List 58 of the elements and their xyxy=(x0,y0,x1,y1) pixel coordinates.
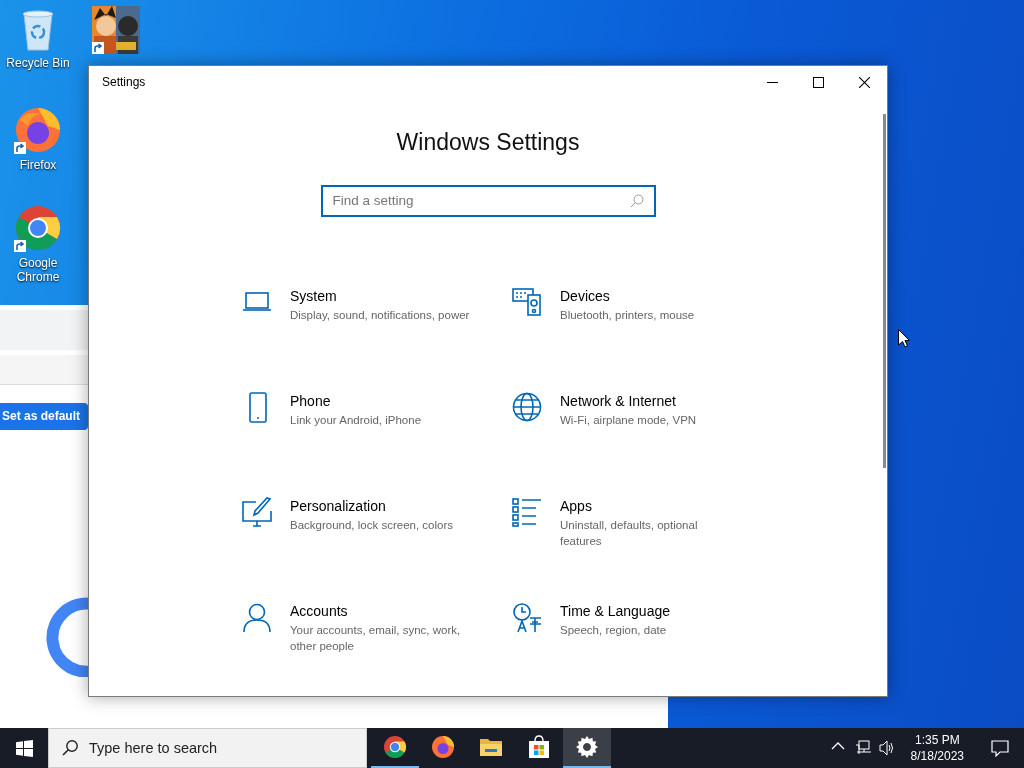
settings-category[interactable]: Apps Uninstall, defaults, optional features xyxy=(512,496,742,602)
browser-icon xyxy=(431,735,455,759)
gear-icon xyxy=(575,735,599,759)
list-icon xyxy=(512,496,542,528)
brush-monitor-icon xyxy=(242,496,272,528)
person-icon xyxy=(242,601,272,633)
search-icon xyxy=(629,193,644,208)
category-description: Uninstall, defaults, optional features xyxy=(560,517,699,549)
windows-logo-icon xyxy=(15,739,33,757)
browser-icon xyxy=(14,106,62,154)
settings-category[interactable]: Time & Language Speech, region, date xyxy=(512,601,742,707)
settings-category[interactable]: Devices Bluetooth, printers, mouse xyxy=(512,286,742,392)
settings-category[interactable]: Personalization Background, lock screen, colors xyxy=(242,496,512,602)
network-icon xyxy=(854,740,871,756)
category-title: Apps xyxy=(560,496,593,515)
icon-label: Firefox xyxy=(19,158,57,172)
speech-bubble-icon xyxy=(991,739,1009,757)
category-title: Network & Internet xyxy=(560,391,677,410)
category-description: Bluetooth, printers, mouse xyxy=(560,307,695,323)
settings-category[interactable]: System Display, sound, notifications, power xyxy=(242,286,512,392)
clock-button[interactable]: 1:35 PM 8/18/2023 xyxy=(898,732,976,764)
clock-date: 8/18/2023 xyxy=(910,748,964,764)
maximize-icon xyxy=(812,76,824,88)
shopping-bag-icon xyxy=(527,735,551,759)
settings-category[interactable]: Network & Internet Wi-Fi, airplane mode, VPN xyxy=(512,391,742,497)
category-title: Time & Language xyxy=(560,601,670,620)
window-title: Settings xyxy=(101,74,147,91)
category-title: Accounts xyxy=(290,601,349,620)
taskbar-app-button[interactable] xyxy=(563,728,611,768)
volume-icon xyxy=(878,740,895,756)
category-description: Speech, region, date xyxy=(560,622,668,638)
category-title: Phone xyxy=(290,391,332,410)
globe-icon xyxy=(512,391,542,423)
category-title: Personalization xyxy=(290,496,387,515)
close-icon xyxy=(858,76,870,88)
search-field[interactable]: Find a setting xyxy=(320,184,656,217)
settings-category[interactable]: Accounts Your accounts, email, sync, work, other people xyxy=(242,601,512,707)
settings-category[interactable]: Phone Link your Android, iPhone xyxy=(242,391,512,497)
page-heading: Windows Settings xyxy=(395,128,581,157)
keyboard-speaker-icon xyxy=(512,286,542,318)
search-icon xyxy=(62,740,78,756)
cursor-icon xyxy=(898,329,910,349)
clock-icon xyxy=(512,601,542,633)
browser-icon xyxy=(383,735,407,759)
category-description: Link your Android, iPhone xyxy=(290,412,422,428)
category-description: Display, sound, notifications, power xyxy=(290,307,470,323)
category-description: Your accounts, email, sync, work, other people xyxy=(290,622,462,654)
category-title: Devices xyxy=(560,286,611,305)
category-description: Wi-Fi, airplane mode, VPN xyxy=(560,412,697,428)
browser-icon xyxy=(14,204,62,252)
category-title: System xyxy=(290,286,338,305)
icon-label: Recycle Bin xyxy=(6,56,70,70)
set-default-button[interactable]: Set as default xyxy=(0,403,89,430)
scrollbar[interactable] xyxy=(883,114,886,468)
icon-label: Google Chrome xyxy=(15,256,61,284)
category-description: Background, lock screen, colors xyxy=(290,517,453,533)
clock-time: 1:35 PM xyxy=(913,732,961,748)
taskbar-search-field[interactable]: Type here to search xyxy=(48,728,367,768)
